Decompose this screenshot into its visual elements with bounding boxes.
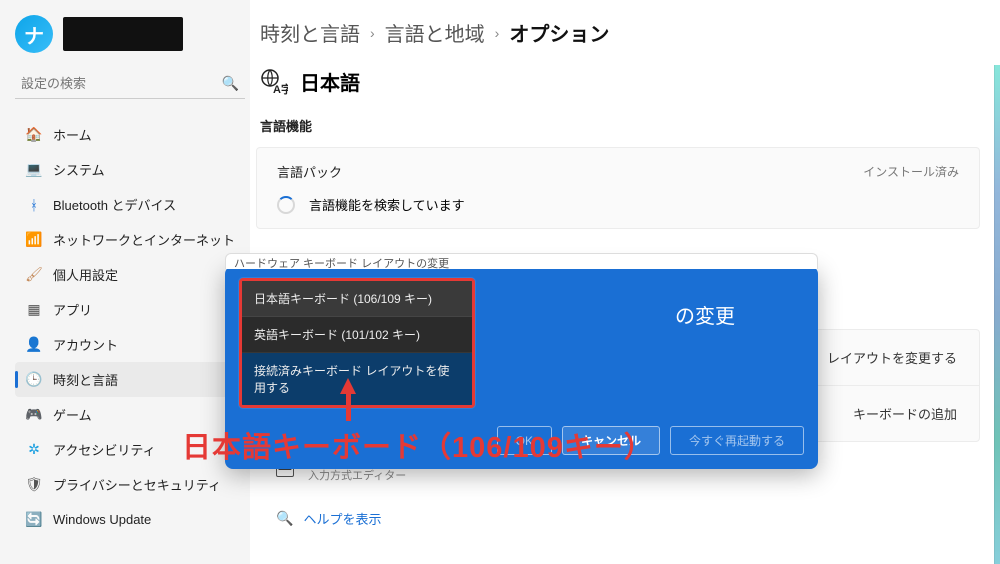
sidebar-item-label: プライバシーとセキュリティ: [53, 475, 221, 494]
sidebar-item-system[interactable]: 💻 システム: [15, 152, 245, 187]
sidebar-item-label: ネットワークとインターネット: [53, 230, 235, 249]
language-title: 日本語: [300, 67, 360, 96]
language-pack-status: インストール済み: [863, 163, 959, 180]
right-edge-decoration: [994, 65, 1000, 564]
wifi-icon: 📶: [25, 231, 43, 249]
user-name-redacted: [63, 17, 183, 51]
sidebar-item-personalization[interactable]: 🖌 個人用設定: [15, 257, 245, 292]
shield-icon: 🛡: [25, 476, 43, 494]
dropdown-list: 日本語キーボード (106/109 キー) 英語キーボード (101/102 キ…: [239, 278, 475, 408]
language-features-card: 言語パック インストール済み 言語機能を検索しています: [256, 147, 980, 229]
language-header-row: A字 日本語: [250, 47, 980, 114]
system-icon: 💻: [25, 161, 43, 179]
ime-subtitle: 入力方式エディター: [308, 467, 406, 483]
dropdown-option-jp-106-109[interactable]: 日本語キーボード (106/109 キー): [242, 281, 472, 317]
sidebar-item-home[interactable]: 🏠 ホーム: [15, 117, 245, 152]
chevron-right-icon: ›: [370, 25, 375, 41]
dialog-titlebar: ハードウェア キーボード レイアウトの変更: [225, 253, 818, 269]
language-features-searching-row: 言語機能を検索しています: [257, 195, 979, 228]
breadcrumb-current: オプション: [509, 18, 609, 47]
add-keyboard-link[interactable]: キーボードの追加: [853, 404, 957, 423]
help-icon: 🔍: [276, 510, 293, 527]
sidebar-item-label: Windows Update: [53, 512, 151, 527]
search-input[interactable]: [21, 76, 222, 91]
search-icon: 🔍: [222, 75, 239, 92]
sidebar-item-label: ゲーム: [53, 405, 92, 424]
language-pack-label: 言語パック: [277, 162, 342, 181]
language-pack-row[interactable]: 言語パック インストール済み: [257, 148, 979, 195]
spinner-icon: [277, 196, 295, 214]
section-title-language-features: 言語機能: [250, 114, 980, 147]
person-icon: 👤: [25, 336, 43, 354]
help-row[interactable]: 🔍 ヘルプを表示: [250, 493, 980, 544]
breadcrumb-time-language[interactable]: 時刻と言語: [260, 18, 360, 47]
dropdown-option-en-101-102[interactable]: 英語キーボード (101/102 キー): [242, 317, 472, 353]
nav-list: 🏠 ホーム 💻 システム ᚼ Bluetooth とデバイス 📶 ネットワークとインター…: [15, 117, 245, 536]
searching-label: 言語機能を検索しています: [309, 195, 465, 214]
sidebar-item-bluetooth[interactable]: ᚼ Bluetooth とデバイス: [15, 187, 245, 222]
accessibility-icon: ✲: [25, 441, 43, 459]
sidebar-item-windows-update[interactable]: 🔄 Windows Update: [15, 502, 245, 536]
chevron-right-icon: ›: [495, 25, 500, 41]
home-icon: 🏠: [25, 126, 43, 144]
update-icon: 🔄: [25, 510, 43, 528]
sidebar-item-label: アプリ: [53, 300, 92, 319]
sidebar: ナ 🔍 🏠 ホーム 💻 システム ᚼ Bluetooth とデバイス 📶 ネットワークと…: [0, 0, 250, 564]
sidebar-item-network[interactable]: 📶 ネットワークとインターネット: [15, 222, 245, 257]
restart-now-button[interactable]: 今すぐ再起動する: [670, 426, 804, 455]
avatar: ナ: [15, 15, 53, 53]
sidebar-item-apps[interactable]: ▦ アプリ: [15, 292, 245, 327]
dropdown-option-connected-layout[interactable]: 接続済みキーボード レイアウトを使用する: [242, 353, 472, 405]
sidebar-item-label: 個人用設定: [53, 265, 118, 284]
help-link: ヘルプを表示: [303, 509, 381, 528]
dialog-title-fragment: の変更: [675, 300, 735, 329]
keyboard-layout-dropdown[interactable]: 日本語キーボード (106/109 キー) 英語キーボード (101/102 キ…: [239, 278, 475, 408]
globe-lang-icon: A字: [260, 68, 288, 96]
sidebar-item-label: Bluetooth とデバイス: [53, 195, 176, 214]
sidebar-item-label: アカウント: [53, 335, 118, 354]
user-profile-row[interactable]: ナ: [15, 15, 245, 53]
sidebar-item-time-language[interactable]: 🕒 時刻と言語: [15, 362, 245, 397]
sidebar-item-label: アクセシビリティ: [53, 440, 156, 459]
sidebar-item-label: ホーム: [53, 125, 92, 144]
breadcrumb: 時刻と言語 › 言語と地域 › オプション: [250, 18, 980, 47]
sidebar-item-label: 時刻と言語: [53, 370, 118, 389]
clock-icon: 🕒: [25, 371, 43, 389]
brush-icon: 🖌: [25, 266, 43, 284]
svg-text:A字: A字: [273, 82, 288, 96]
sidebar-item-privacy[interactable]: 🛡 プライバシーとセキュリティ: [15, 467, 245, 502]
sidebar-item-accounts[interactable]: 👤 アカウント: [15, 327, 245, 362]
change-layout-link[interactable]: レイアウトを変更する: [827, 348, 957, 367]
annotation-arrow: [340, 378, 356, 421]
bluetooth-icon: ᚼ: [25, 196, 43, 214]
sidebar-item-label: システム: [53, 160, 105, 179]
search-box[interactable]: 🔍: [15, 71, 245, 99]
annotation-text: 日本語キーボード（106/109キー）: [182, 424, 654, 466]
gamepad-icon: 🎮: [25, 406, 43, 424]
breadcrumb-language-region[interactable]: 言語と地域: [385, 18, 485, 47]
apps-icon: ▦: [25, 301, 43, 319]
